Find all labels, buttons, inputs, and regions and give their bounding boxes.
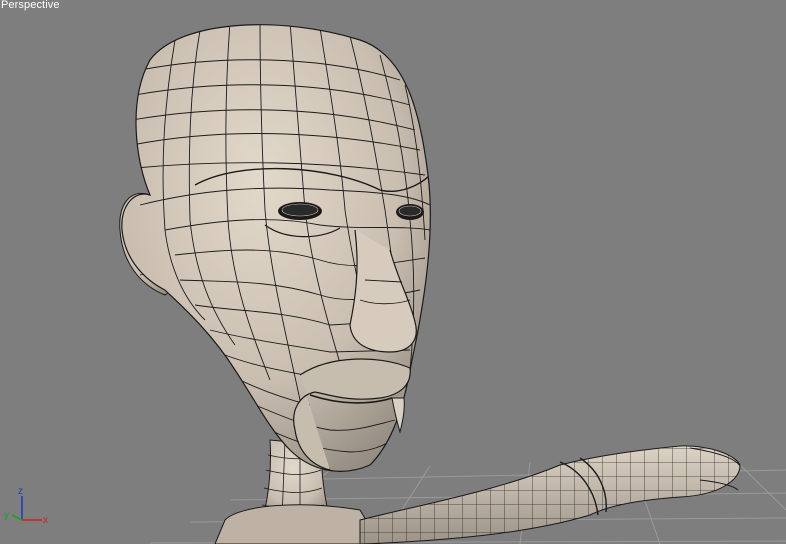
perspective-viewport[interactable]: Perspective z x y [0,0,786,544]
z-axis-label: z [18,486,23,497]
head-mesh [121,24,431,472]
arm-mesh [359,445,741,544]
y-axis-line [11,514,23,521]
x-axis-label: x [43,515,48,526]
y-axis-label: y [4,510,9,521]
shoulder-mesh [214,504,381,544]
viewport-canvas[interactable]: z x y [0,0,786,544]
axis-gizmo: z x y [4,486,48,526]
